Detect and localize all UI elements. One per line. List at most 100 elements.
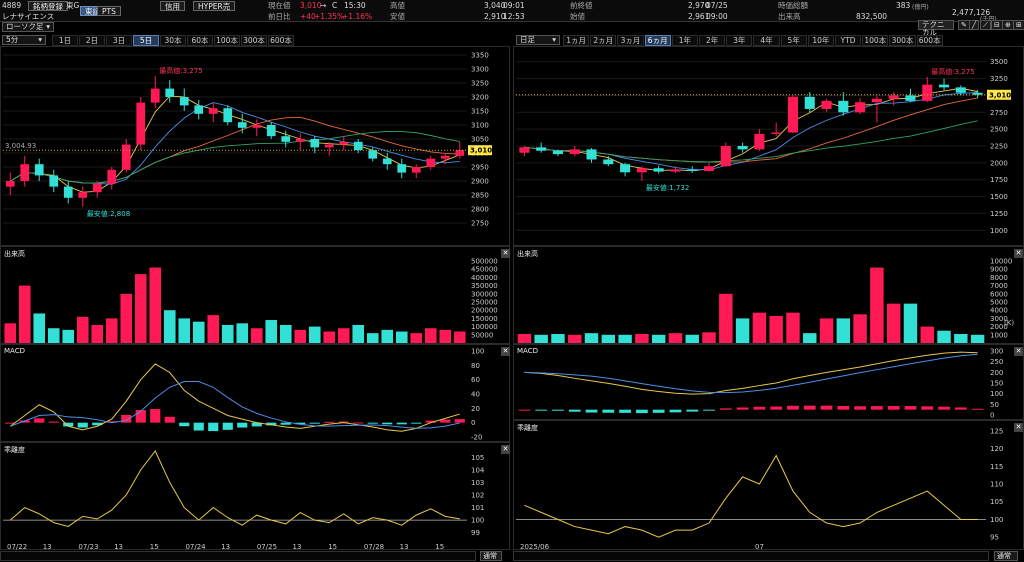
volume-bar bbox=[601, 334, 616, 343]
close-icon[interactable]: ✕ bbox=[1014, 423, 1023, 432]
left-period-7[interactable]: 300本 bbox=[241, 35, 267, 46]
left-scroll-mode-button[interactable]: 通常 bbox=[480, 551, 502, 561]
macd-histogram-bar bbox=[150, 409, 161, 423]
chart-type-select[interactable]: ローソク足 ▾ bbox=[2, 22, 54, 32]
volume-bar bbox=[105, 318, 118, 343]
left-price-chart: 3350330032503200315031003050300029502900… bbox=[3, 52, 492, 228]
close-icon[interactable]: ✕ bbox=[1014, 347, 1023, 356]
left-period-6[interactable]: 100本 bbox=[214, 35, 240, 46]
left-volume-panel: 出来高 ✕ 500000 450000 400000 350000 300000 2500… bbox=[0, 246, 510, 344]
close-icon[interactable]: ✕ bbox=[1014, 249, 1023, 258]
volume-bar bbox=[735, 318, 750, 343]
macd-line bbox=[9, 363, 460, 432]
left-period-3[interactable]: 5日 bbox=[133, 35, 159, 46]
macd-histogram-bar bbox=[887, 406, 900, 410]
left-period-1[interactable]: 2日 bbox=[79, 35, 105, 46]
trend-tool-icon[interactable]: ⟋ bbox=[980, 20, 991, 30]
left-macd-label: MACD bbox=[4, 347, 25, 355]
candle-body bbox=[855, 102, 866, 113]
register-button[interactable]: 銘柄登録 bbox=[28, 1, 68, 11]
macd-tick-label: 0 bbox=[990, 412, 994, 420]
left-volume-label: 出来高 bbox=[4, 250, 25, 258]
macd-histogram-bar bbox=[938, 406, 950, 410]
credit-button[interactable]: 信用 bbox=[160, 1, 185, 11]
price-tick-label: 3050 bbox=[471, 136, 489, 144]
right-period-0[interactable]: 1ヵ月 bbox=[563, 35, 590, 46]
volume-bar bbox=[534, 334, 548, 343]
hyper-sell-button[interactable]: HYPER売 bbox=[193, 1, 236, 11]
tab-pts[interactable]: PTS bbox=[97, 6, 121, 16]
prevclose-label: 前終値 bbox=[570, 1, 593, 10]
macd-tick-label: 300 bbox=[990, 348, 1003, 356]
date-label: 13 bbox=[114, 543, 123, 551]
low-time: 12:53 bbox=[503, 12, 525, 21]
exchange-label: 東G bbox=[66, 1, 80, 10]
candle-body bbox=[939, 84, 950, 88]
right-period-8[interactable]: 5年 bbox=[780, 35, 807, 46]
right-period-1[interactable]: 2ヵ月 bbox=[590, 35, 617, 46]
date-label: 07/25 bbox=[257, 543, 277, 551]
candle-body bbox=[63, 186, 73, 198]
macd-tick-label: 100 bbox=[990, 390, 1003, 398]
right-period-12[interactable]: 300本 bbox=[889, 35, 916, 46]
interval-select[interactable]: 5分 ▾ bbox=[2, 35, 46, 45]
left-period-2[interactable]: 3日 bbox=[106, 35, 132, 46]
close-icon[interactable]: ✕ bbox=[501, 445, 510, 454]
right-scrollbar[interactable] bbox=[513, 551, 989, 561]
date-label: 15 bbox=[435, 543, 444, 551]
candle-body bbox=[34, 164, 44, 176]
grid-icon[interactable]: ⊞ bbox=[1013, 20, 1024, 30]
left-period-5[interactable]: 60本 bbox=[187, 35, 213, 46]
right-period-5[interactable]: 2年 bbox=[699, 35, 726, 46]
right-period-6[interactable]: 3年 bbox=[726, 35, 753, 46]
right-period-3[interactable]: 6ヵ月 bbox=[644, 35, 671, 46]
right-period-9[interactable]: 10年 bbox=[807, 35, 834, 46]
right-period-2[interactable]: 3ヵ月 bbox=[617, 35, 644, 46]
deviation-tick-label: 102 bbox=[471, 492, 484, 500]
deviation-tick-label: 104 bbox=[471, 466, 485, 474]
right-period-4[interactable]: 1年 bbox=[671, 35, 698, 46]
date-label: 13 bbox=[221, 543, 230, 551]
volume-value: 832,500 bbox=[856, 12, 888, 21]
high-note: 最高値:3,275 bbox=[931, 67, 974, 76]
price-tick-label: 2850 bbox=[471, 192, 489, 200]
candle-body bbox=[754, 133, 765, 150]
right-period-11[interactable]: 100本 bbox=[862, 35, 889, 46]
right-scroll-mode-button[interactable]: 通常 bbox=[994, 551, 1018, 561]
macd-histogram-bar bbox=[222, 422, 233, 430]
line-tool-icon[interactable]: ╱ bbox=[969, 20, 980, 30]
price-tick-label: 3100 bbox=[471, 122, 489, 130]
left-period-0[interactable]: 1日 bbox=[52, 35, 78, 46]
candle-body bbox=[620, 164, 631, 173]
right-period-10[interactable]: YTD bbox=[835, 35, 862, 46]
left-volume-chart: 5000004500004000003500003000002500002000… bbox=[4, 258, 498, 343]
candle-body bbox=[49, 175, 59, 187]
left-period-4[interactable]: 30本 bbox=[160, 35, 186, 46]
volume-bar bbox=[439, 329, 452, 343]
volume-bar bbox=[308, 326, 321, 343]
right-interval-select[interactable]: 日足 ▾ bbox=[516, 35, 560, 45]
left-scrollbar[interactable] bbox=[0, 551, 476, 561]
mcap-label: 時価総額 bbox=[778, 1, 808, 10]
macd-tick-label: 100 bbox=[471, 348, 484, 356]
price-tick-label: 2950 bbox=[471, 164, 489, 172]
technical-button[interactable]: テクニカル bbox=[918, 20, 954, 37]
right-period-7[interactable]: 4年 bbox=[753, 35, 780, 46]
volume-bar bbox=[584, 333, 599, 343]
date-label: 15 bbox=[328, 543, 337, 551]
change-pct2: +1.16% bbox=[342, 12, 373, 21]
volume-bar bbox=[250, 328, 263, 343]
candle-body bbox=[353, 141, 363, 151]
candle-body bbox=[20, 164, 30, 181]
left-period-8[interactable]: 600本 bbox=[268, 35, 294, 46]
price-tick-label: 1250 bbox=[990, 210, 1008, 218]
date-label: 07/24 bbox=[185, 543, 206, 551]
candle-body bbox=[603, 159, 614, 165]
macd-histogram-bar bbox=[34, 418, 45, 423]
right-period-13[interactable]: 600本 bbox=[916, 35, 943, 46]
high-label: 高値 bbox=[390, 1, 405, 10]
candle-body bbox=[223, 108, 233, 123]
close-icon[interactable]: ✕ bbox=[501, 249, 510, 258]
candle-body bbox=[922, 84, 933, 101]
close-icon[interactable]: ✕ bbox=[501, 347, 510, 356]
